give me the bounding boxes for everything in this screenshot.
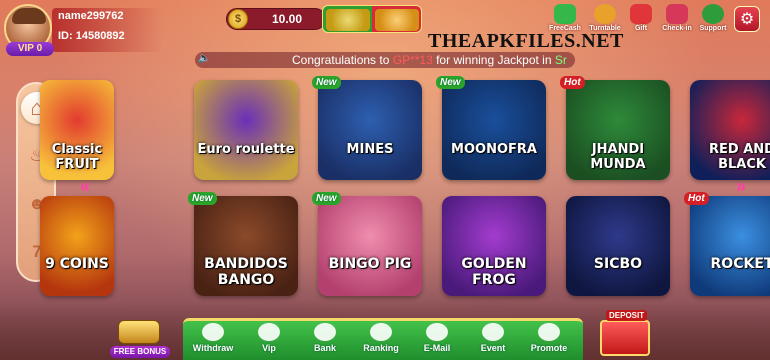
game-tile[interactable]: RED AND BLACK	[690, 80, 770, 180]
game-tile[interactable]: Euro roulette	[194, 80, 298, 180]
email-icon	[426, 323, 448, 341]
top-icons: FreeCash Turntable Gift Check-in Support	[548, 4, 764, 38]
nav-label: E-Mail	[423, 343, 451, 353]
hot-badge: Hot	[560, 76, 585, 89]
nav-label: Ranking	[363, 343, 399, 353]
free-bonus-button[interactable]: FREE BONUS	[110, 320, 170, 358]
new-badge: New	[312, 192, 341, 205]
game-title: RED AND BLACK	[709, 142, 770, 172]
ranking-icon	[370, 323, 392, 341]
free-bonus-label: FREE BONUS	[110, 346, 170, 358]
announcement-text: Congratulations to GP**13 for winning Ja…	[292, 53, 567, 67]
game-tile[interactable]: MOONOFRA	[442, 80, 546, 180]
game-art	[442, 80, 546, 180]
game-title: JHANDI MUNDA	[590, 142, 646, 172]
freecash-icon	[554, 4, 576, 24]
promote-icon	[538, 323, 560, 341]
gear-icon[interactable]: ⚙	[734, 6, 760, 32]
game-tile[interactable]: Classic FRUIT	[40, 80, 114, 180]
game-tile[interactable]: JHANDI MUNDA	[566, 80, 670, 180]
balance-value: 10.00	[271, 12, 303, 26]
game-title: Euro roulette	[197, 142, 295, 157]
game-art	[40, 196, 114, 296]
calendar-icon	[666, 4, 688, 24]
new-badge: New	[188, 192, 217, 205]
game-title: SICBO	[593, 256, 643, 272]
event-nav-button[interactable]: Event	[468, 321, 518, 359]
game-art	[318, 196, 422, 296]
event-icon	[482, 323, 504, 341]
nav-label: Event	[480, 343, 506, 353]
new-badge: New	[436, 76, 465, 89]
game-tile[interactable]: 9 COINS	[40, 196, 114, 296]
game-title: Classic FRUIT	[51, 142, 103, 172]
hot-badge: Hot	[684, 192, 709, 205]
new-badge: New	[312, 76, 341, 89]
scroll-left-arrow[interactable]: «	[80, 176, 90, 197]
freecash-button[interactable]: FreeCash	[548, 4, 582, 38]
email-nav-button[interactable]: E-Mail	[412, 321, 462, 359]
turntable-button[interactable]: Turntable	[588, 4, 622, 38]
scroll-right-arrow[interactable]: »	[736, 176, 746, 197]
game-title: 9 COINS	[45, 256, 109, 272]
nav-label: Promote	[530, 343, 568, 353]
game-art	[690, 196, 770, 296]
game-title: ROCKET	[710, 256, 770, 272]
quick-deposit-buttons[interactable]	[322, 5, 422, 33]
game-tile[interactable]: MINES	[318, 80, 422, 180]
username: name299762	[58, 10, 124, 22]
game-title: GOLDEN FROG	[461, 256, 527, 288]
game-tile[interactable]: ROCKET	[690, 196, 770, 296]
support-icon	[702, 4, 724, 24]
game-tile[interactable]: BANDIDOS BANGO	[194, 196, 298, 296]
shop-icon	[600, 320, 650, 356]
game-art	[194, 80, 298, 180]
vip-nav-button[interactable]: Vip	[244, 321, 294, 359]
game-tile[interactable]: SICBO	[566, 196, 670, 296]
vip-badge[interactable]: VIP 0	[6, 42, 54, 56]
vip-icon	[258, 323, 280, 341]
withdraw-icon	[202, 323, 224, 341]
coins-withdraw-icon[interactable]	[375, 9, 419, 31]
promote-nav-button[interactable]: Promote	[524, 321, 574, 359]
checkin-button[interactable]: Check-in	[660, 4, 694, 38]
treasure-chest-icon	[118, 320, 160, 344]
game-tile[interactable]: GOLDEN FROG	[442, 196, 546, 296]
game-title: MOONOFRA	[451, 142, 537, 157]
bank-nav-button[interactable]: Bank	[300, 321, 350, 359]
game-art	[566, 196, 670, 296]
nav-label: Vip	[262, 343, 276, 353]
game-tile[interactable]: BINGO PIG	[318, 196, 422, 296]
turntable-icon	[594, 4, 616, 24]
bank-icon	[314, 323, 336, 341]
support-button[interactable]: Support	[696, 4, 730, 38]
cash-add-icon[interactable]	[326, 9, 370, 31]
gift-button[interactable]: Gift	[624, 4, 658, 38]
coin-icon: $	[228, 9, 248, 29]
nav-label: Withdraw	[192, 343, 234, 353]
deposit-label: DEPOSIT	[606, 310, 648, 321]
user-id: ID: 14580892	[58, 30, 125, 42]
game-title: BINGO PIG	[328, 256, 412, 272]
speaker-icon: 🔈	[198, 53, 211, 64]
game-title: MINES	[346, 142, 394, 157]
gift-icon	[630, 4, 652, 24]
withdraw-nav-button[interactable]: Withdraw	[188, 321, 238, 359]
nav-label: Bank	[313, 343, 336, 353]
deposit-button[interactable]: DEPOSIT	[600, 308, 652, 358]
game-title: BANDIDOS BANGO	[204, 256, 288, 288]
game-art	[318, 80, 422, 180]
ranking-nav-button[interactable]: Ranking	[356, 321, 406, 359]
